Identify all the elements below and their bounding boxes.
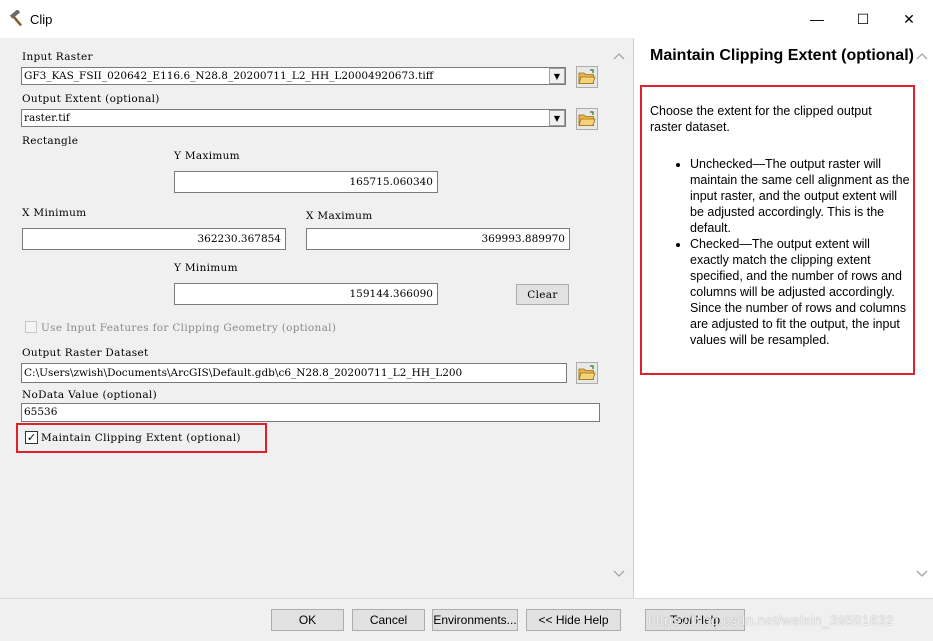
title-bar: Clip — ☐ ✕ bbox=[0, 0, 933, 38]
x-max-label: X Maximum bbox=[306, 210, 373, 222]
nodata-label: NoData Value (optional) bbox=[22, 389, 157, 401]
environments-label: Environments... bbox=[433, 613, 517, 627]
hide-help-label: << Hide Help bbox=[538, 613, 609, 627]
hide-help-button[interactable]: << Hide Help bbox=[526, 609, 621, 631]
cancel-label: Cancel bbox=[369, 613, 408, 627]
x-min-input[interactable]: 362230.367854 bbox=[22, 228, 286, 250]
x-min-label: X Minimum bbox=[22, 207, 87, 219]
scroll-down-button[interactable] bbox=[611, 570, 627, 584]
cancel-button[interactable]: Cancel bbox=[352, 609, 425, 631]
input-raster-dropdown[interactable]: ▼ bbox=[549, 68, 565, 84]
hammer-icon bbox=[8, 9, 26, 32]
output-extent-label: Output Extent (optional) bbox=[22, 93, 160, 105]
nodata-input[interactable]: 65536 bbox=[21, 403, 600, 422]
input-raster-value: GF3_KAS_FSII_020642_E116.6_N28.8_2020071… bbox=[24, 70, 434, 82]
chevron-down-icon: ▼ bbox=[553, 71, 561, 81]
input-raster-field[interactable]: GF3_KAS_FSII_020642_E116.6_N28.8_2020071… bbox=[21, 67, 566, 85]
input-raster-label: Input Raster bbox=[22, 51, 93, 63]
output-extent-field[interactable]: raster.tif bbox=[21, 109, 566, 127]
rectangle-label: Rectangle bbox=[22, 135, 79, 147]
use-input-features-checkbox[interactable] bbox=[25, 321, 37, 333]
ok-button[interactable]: OK bbox=[271, 609, 344, 631]
clear-button[interactable]: Clear bbox=[516, 284, 569, 305]
output-extent-browse-button[interactable] bbox=[576, 108, 598, 130]
maximize-button[interactable]: ☐ bbox=[840, 4, 886, 34]
output-dataset-browse-button[interactable] bbox=[576, 362, 598, 384]
help-bullet: Checked—The output extent will exactly m… bbox=[690, 236, 910, 348]
help-intro: Choose the extent for the clipped output… bbox=[650, 104, 872, 134]
close-button[interactable]: ✕ bbox=[886, 4, 932, 34]
chevron-up-icon bbox=[613, 53, 625, 60]
help-scroll-down-button[interactable] bbox=[914, 570, 930, 584]
x-min-value: 362230.367854 bbox=[197, 233, 281, 245]
maintain-checkbox[interactable]: ✓ bbox=[25, 431, 38, 444]
chevron-down-icon: ▼ bbox=[553, 113, 561, 123]
help-scroll-up-button[interactable] bbox=[914, 52, 930, 66]
output-extent-dropdown[interactable]: ▼ bbox=[549, 110, 565, 126]
help-bullet-list: Unchecked—The output raster will maintai… bbox=[650, 140, 910, 348]
folder-open-icon bbox=[578, 111, 596, 126]
help-title: Maintain Clipping Extent (optional) bbox=[650, 47, 914, 64]
y-min-input[interactable]: 159144.366090 bbox=[174, 283, 438, 305]
output-dataset-label: Output Raster Dataset bbox=[22, 347, 149, 359]
environments-button[interactable]: Environments... bbox=[432, 609, 518, 631]
clear-label: Clear bbox=[527, 288, 558, 301]
minimize-icon: — bbox=[810, 11, 824, 27]
x-max-input[interactable]: 369993.889970 bbox=[306, 228, 570, 250]
maximize-icon: ☐ bbox=[856, 10, 870, 27]
folder-open-icon bbox=[578, 69, 596, 84]
minimize-button[interactable]: — bbox=[794, 4, 840, 34]
output-dataset-value: C:\Users\zwish\Documents\ArcGIS\Default.… bbox=[24, 367, 463, 379]
checkmark-icon: ✓ bbox=[26, 431, 37, 444]
y-min-value: 159144.366090 bbox=[349, 288, 433, 300]
y-max-input[interactable]: 165715.060340 bbox=[174, 171, 438, 193]
folder-open-icon bbox=[578, 365, 596, 380]
y-max-label: Y Maximum bbox=[174, 150, 240, 162]
maintain-label: Maintain Clipping Extent (optional) bbox=[41, 432, 241, 444]
chevron-down-icon bbox=[613, 570, 625, 577]
close-icon: ✕ bbox=[903, 10, 915, 27]
output-extent-value: raster.tif bbox=[24, 112, 70, 124]
y-min-label: Y Minimum bbox=[174, 262, 238, 274]
chevron-up-icon bbox=[916, 53, 928, 60]
scroll-up-button[interactable] bbox=[611, 52, 627, 66]
x-max-value: 369993.889970 bbox=[481, 233, 565, 245]
input-raster-browse-button[interactable] bbox=[576, 66, 598, 88]
ok-label: OK bbox=[298, 613, 317, 627]
output-dataset-input[interactable]: C:\Users\zwish\Documents\ArcGIS\Default.… bbox=[21, 363, 567, 383]
use-input-features-label: Use Input Features for Clipping Geometry… bbox=[41, 322, 337, 334]
nodata-value: 65536 bbox=[24, 406, 58, 418]
help-bullet: Unchecked—The output raster will maintai… bbox=[690, 156, 910, 236]
window-title: Clip bbox=[30, 12, 53, 27]
y-max-value: 165715.060340 bbox=[349, 176, 433, 188]
chevron-down-icon bbox=[916, 570, 928, 577]
watermark: https://blog.csdn.net/weixin_39591632 bbox=[648, 612, 894, 628]
